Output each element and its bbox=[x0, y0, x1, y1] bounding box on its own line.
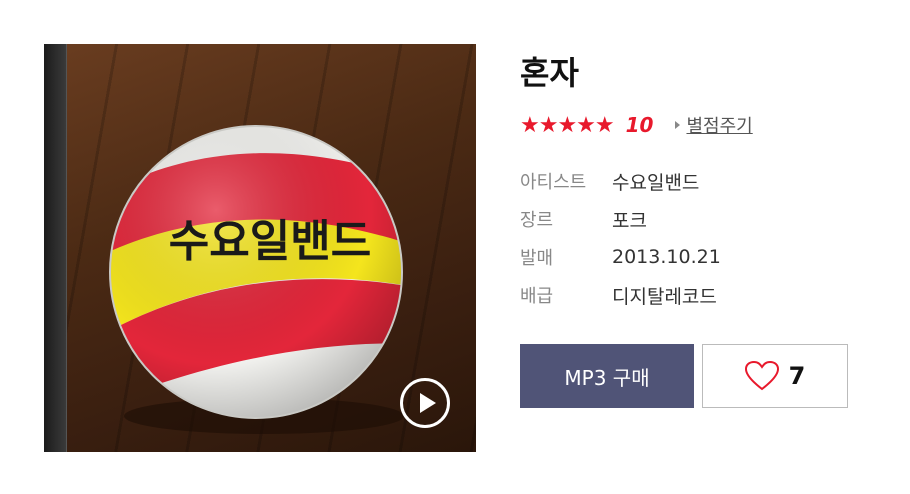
like-count: 7 bbox=[788, 362, 806, 390]
cd-spine bbox=[44, 44, 67, 452]
rate-link-label: 별점주기 bbox=[686, 116, 753, 137]
info-value: 포크 bbox=[612, 209, 647, 232]
info-label: 발매 bbox=[520, 248, 554, 269]
album-title: 혼자 bbox=[520, 54, 579, 92]
info-label: 아티스트 bbox=[520, 172, 587, 193]
info-row-release: 발매 2013.10.21 bbox=[520, 238, 721, 276]
rate-link[interactable]: 별점주기 bbox=[675, 112, 753, 138]
arrow-right-icon bbox=[675, 121, 681, 129]
heart-icon bbox=[744, 361, 779, 391]
info-label: 장르 bbox=[520, 210, 554, 231]
info-row-distributor: 배급 디지탈레코드 bbox=[520, 276, 721, 314]
rating-score: 10 bbox=[625, 113, 654, 137]
info-value: 디지탈레코드 bbox=[612, 285, 717, 308]
artist-link[interactable]: 수요일밴드 bbox=[612, 168, 699, 195]
info-row-genre: 장르 포크 bbox=[520, 200, 721, 238]
mp3-buy-button[interactable]: MP3 구매 bbox=[520, 344, 694, 408]
play-icon[interactable] bbox=[400, 378, 450, 428]
info-value: 2013.10.21 bbox=[612, 246, 721, 268]
album-cover[interactable]: 수요일밴드 bbox=[44, 44, 476, 452]
star-rating: ★★★★★ bbox=[520, 112, 615, 138]
cover-band-text: 수요일밴드 bbox=[169, 216, 371, 267]
rating-row: ★★★★★ 10 별점주기 bbox=[520, 112, 753, 138]
album-info: 아티스트 수요일밴드 장르 포크 발매 2013.10.21 배급 디지탈레코드 bbox=[520, 162, 721, 314]
info-label: 배급 bbox=[520, 286, 554, 307]
like-button[interactable]: 7 bbox=[702, 344, 848, 408]
info-row-artist: 아티스트 수요일밴드 bbox=[520, 162, 721, 200]
